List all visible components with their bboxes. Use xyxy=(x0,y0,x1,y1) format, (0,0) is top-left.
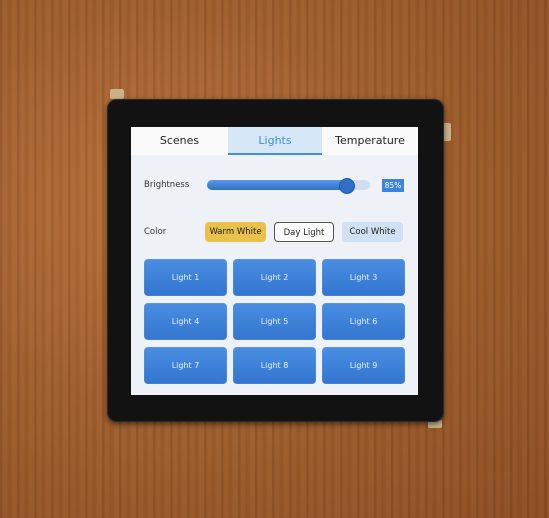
light-9-button[interactable]: Light 9 xyxy=(322,347,405,384)
touch-panel-device: Scenes Lights Temperature Brightness 85%… xyxy=(107,99,444,422)
light-8-button[interactable]: Light 8 xyxy=(233,347,316,384)
day-light-button[interactable]: Day Light xyxy=(274,222,334,242)
tab-scenes[interactable]: Scenes xyxy=(131,127,228,155)
light-6-button[interactable]: Light 6 xyxy=(322,303,405,340)
tab-bar: Scenes Lights Temperature xyxy=(131,127,418,155)
light-2-button[interactable]: Light 2 xyxy=(233,259,316,296)
light-7-button[interactable]: Light 7 xyxy=(144,347,227,384)
touch-screen: Scenes Lights Temperature Brightness 85%… xyxy=(131,127,418,395)
brightness-slider-knob[interactable] xyxy=(338,178,355,194)
light-3-button[interactable]: Light 3 xyxy=(322,259,405,296)
light-5-button[interactable]: Light 5 xyxy=(233,303,316,340)
lights-grid: Light 1 Light 2 Light 3 Light 4 Light 5 … xyxy=(144,259,406,385)
cool-white-button[interactable]: Cool White xyxy=(342,222,403,242)
light-4-button[interactable]: Light 4 xyxy=(144,303,227,340)
tab-temperature[interactable]: Temperature xyxy=(322,127,418,155)
brightness-slider[interactable] xyxy=(207,178,370,194)
brightness-slider-fill xyxy=(207,180,346,190)
warm-white-button[interactable]: Warm White xyxy=(205,222,266,242)
color-label: Color xyxy=(144,227,167,237)
brightness-value-badge: 85% xyxy=(382,179,404,192)
mount-bracket-top-left xyxy=(110,89,124,99)
tab-lights[interactable]: Lights xyxy=(228,127,322,155)
light-1-button[interactable]: Light 1 xyxy=(144,259,227,296)
brightness-label: Brightness xyxy=(144,180,190,190)
